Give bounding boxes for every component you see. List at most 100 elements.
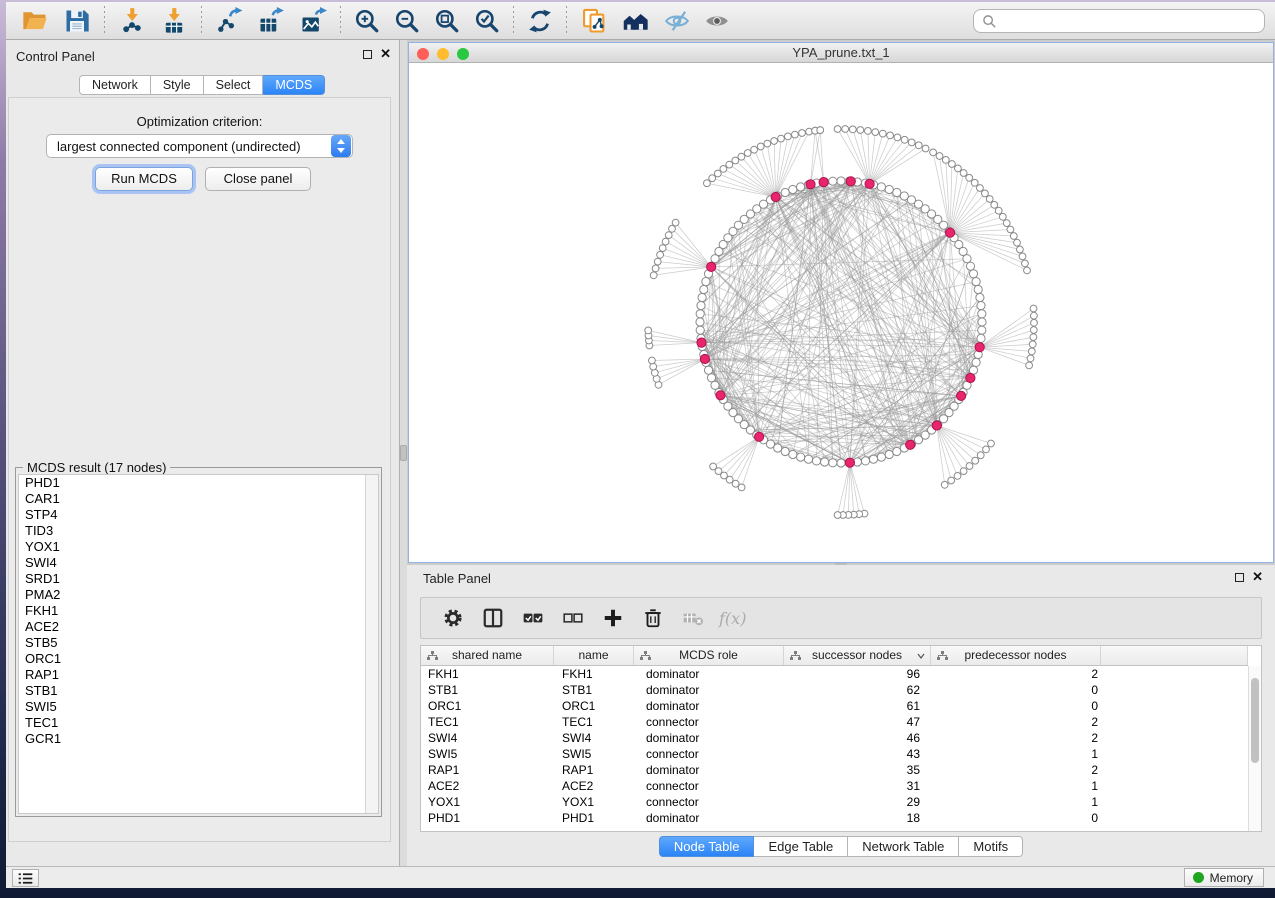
- tab-motifs[interactable]: Motifs: [959, 836, 1023, 857]
- mcds-result-node[interactable]: YOX1: [19, 539, 378, 555]
- mcds-result-node[interactable]: ORC1: [19, 651, 378, 667]
- zoom-out-icon[interactable]: [394, 8, 420, 34]
- mcds-result-list[interactable]: PHD1CAR1STP4TID3YOX1SWI4SRD1PMA2FKH1ACE2…: [18, 474, 379, 814]
- table-row[interactable]: SWI4SWI4dominator462: [421, 730, 1248, 746]
- mcds-result-node[interactable]: PMA2: [19, 587, 378, 603]
- open-file-icon[interactable]: [21, 7, 49, 35]
- show-all-icon[interactable]: [704, 8, 730, 34]
- import-table-icon[interactable]: [160, 7, 188, 35]
- mcds-result-node[interactable]: RAP1: [19, 667, 378, 683]
- column-header-predecessor-nodes[interactable]: predecessor nodes: [931, 646, 1101, 665]
- export-network-icon[interactable]: [215, 7, 243, 35]
- zoom-fit-icon[interactable]: [434, 8, 460, 34]
- table-row[interactable]: ACE2ACE2connector311: [421, 778, 1248, 794]
- mcds-result-node[interactable]: STP4: [19, 507, 378, 523]
- table-row[interactable]: TEC1TEC1connector472: [421, 714, 1248, 730]
- network-canvas[interactable]: [409, 63, 1273, 562]
- criterion-select[interactable]: largest connected component (undirected): [46, 134, 353, 158]
- vertical-splitter[interactable]: [400, 40, 407, 866]
- tab-network-table[interactable]: Network Table: [848, 836, 959, 857]
- clone-network-icon[interactable]: [580, 7, 608, 35]
- splitter-grip[interactable]: [400, 445, 407, 461]
- select-all-columns-icon[interactable]: [522, 607, 544, 629]
- run-mcds-button[interactable]: Run MCDS: [95, 167, 193, 191]
- table-settings-icon[interactable]: [442, 607, 464, 629]
- table-body: FKH1FKH1dominator962STB1STB1dominator620…: [421, 666, 1248, 831]
- column-header-name[interactable]: name: [554, 646, 634, 665]
- table-cell: dominator: [634, 730, 784, 746]
- mcds-result-node[interactable]: PHD1: [19, 475, 378, 491]
- mcds-result-node[interactable]: ACE2: [19, 619, 378, 635]
- table-cell: YOX1: [554, 794, 634, 810]
- export-table-icon[interactable]: [257, 7, 285, 35]
- table-cell: ACE2: [421, 778, 554, 794]
- mcds-result-node[interactable]: STB1: [19, 683, 378, 699]
- table-cell: dominator: [634, 682, 784, 698]
- table-scrollbar-thumb[interactable]: [1251, 678, 1259, 763]
- close-panel-icon[interactable]: ✕: [380, 49, 391, 59]
- create-column-icon[interactable]: [602, 607, 624, 629]
- table-row[interactable]: YOX1YOX1connector291: [421, 794, 1248, 810]
- mcds-result-node[interactable]: GCR1: [19, 731, 378, 747]
- table-cell: [1101, 666, 1248, 682]
- column-header-successor-nodes[interactable]: successor nodes: [784, 646, 931, 665]
- mcds-result-node[interactable]: SWI5: [19, 699, 378, 715]
- table-row[interactable]: RAP1RAP1dominator352: [421, 762, 1248, 778]
- zoom-selected-icon[interactable]: [474, 8, 500, 34]
- mcds-result-node[interactable]: TEC1: [19, 715, 378, 731]
- table-row[interactable]: ORC1ORC1dominator610: [421, 698, 1248, 714]
- memory-label: Memory: [1210, 871, 1253, 885]
- table-cell: 1: [931, 794, 1101, 810]
- deselect-all-columns-icon[interactable]: [562, 607, 584, 629]
- zoom-in-icon[interactable]: [354, 8, 380, 34]
- table-cell: [1101, 714, 1248, 730]
- main-toolbar: [6, 2, 1275, 40]
- table-cell: STB1: [421, 682, 554, 698]
- tab-mcds[interactable]: MCDS: [263, 75, 325, 95]
- close-panel-icon[interactable]: ✕: [1252, 572, 1263, 582]
- delete-columns-icon[interactable]: [642, 607, 664, 629]
- hide-selected-icon[interactable]: [664, 8, 690, 34]
- table-cell: [1101, 810, 1248, 826]
- close-panel-button[interactable]: Close panel: [205, 167, 311, 191]
- search-icon: [982, 14, 997, 29]
- mcds-result-node[interactable]: SRD1: [19, 571, 378, 587]
- tab-style[interactable]: Style: [151, 75, 204, 95]
- float-panel-icon[interactable]: [1235, 573, 1244, 582]
- memory-button[interactable]: Memory: [1184, 868, 1264, 887]
- table-cell: dominator: [634, 762, 784, 778]
- export-image-icon[interactable]: [299, 7, 327, 35]
- attribute-icon: [640, 651, 651, 660]
- table-row[interactable]: STB1STB1dominator620: [421, 682, 1248, 698]
- table-scrollbar[interactable]: [1248, 666, 1261, 831]
- tab-select[interactable]: Select: [204, 75, 264, 95]
- table-cell: [1101, 730, 1248, 746]
- tab-edge-table[interactable]: Edge Table: [754, 836, 848, 857]
- table-cell: 43: [784, 746, 931, 762]
- table-row[interactable]: FKH1FKH1dominator962: [421, 666, 1248, 682]
- mcds-result-node[interactable]: TID3: [19, 523, 378, 539]
- toolbar-separator: [201, 6, 202, 36]
- column-header-shared-name[interactable]: shared name: [421, 646, 554, 665]
- column-header-mcds-role[interactable]: MCDS role: [634, 646, 784, 665]
- network-titlebar[interactable]: YPA_prune.txt_1: [409, 43, 1273, 63]
- tab-node-table[interactable]: Node Table: [659, 836, 755, 857]
- show-columns-icon[interactable]: [482, 607, 504, 629]
- tab-network[interactable]: Network: [79, 75, 151, 95]
- import-network-icon[interactable]: [118, 7, 146, 35]
- log-console-button[interactable]: [12, 869, 39, 887]
- mcds-result-node[interactable]: SWI4: [19, 555, 378, 571]
- table-row[interactable]: SWI5SWI5connector431: [421, 746, 1248, 762]
- float-panel-icon[interactable]: [363, 50, 372, 59]
- table-cell: SWI4: [421, 730, 554, 746]
- table-cell: 46: [784, 730, 931, 746]
- result-list-scrollbar[interactable]: [365, 475, 378, 813]
- mcds-result-node[interactable]: FKH1: [19, 603, 378, 619]
- search-input[interactable]: [1002, 11, 1256, 31]
- mcds-result-node[interactable]: STB5: [19, 635, 378, 651]
- save-session-icon[interactable]: [63, 7, 91, 35]
- refresh-view-icon[interactable]: [527, 8, 553, 34]
- first-neighbors-icon[interactable]: [622, 7, 650, 35]
- table-row[interactable]: PHD1PHD1dominator180: [421, 810, 1248, 826]
- mcds-result-node[interactable]: CAR1: [19, 491, 378, 507]
